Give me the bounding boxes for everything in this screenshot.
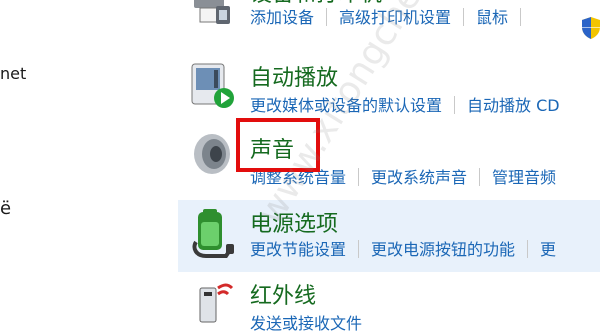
power-title[interactable]: 电源选项 [250, 206, 338, 238]
battery-icon[interactable] [186, 208, 238, 260]
shield-icon [582, 17, 600, 39]
sidebar-item-network[interactable]: net [0, 64, 26, 83]
separator [520, 8, 522, 26]
separator [326, 8, 328, 26]
link-power-more[interactable]: 更 [540, 240, 556, 259]
link-change-media-defaults[interactable]: 更改媒体或设备的默认设置 [250, 96, 442, 115]
link-change-power-buttons[interactable]: 更改电源按钮的功能 [371, 240, 515, 259]
infrared-links: 发送或接收文件 [250, 310, 362, 334]
separator [454, 96, 456, 114]
category-devices-printers: 设备和打印机 添加设备高级打印机设置鼠标 [178, 0, 600, 52]
link-send-receive-files[interactable]: 发送或接收文件 [250, 314, 362, 333]
speaker-icon[interactable] [186, 128, 238, 180]
link-add-device[interactable]: 添加设备 [250, 8, 314, 27]
separator [463, 8, 465, 26]
link-mouse[interactable]: 鼠标 [476, 8, 508, 27]
infrared-title[interactable]: 红外线 [250, 278, 316, 310]
link-autoplay-cd[interactable]: 自动播放 CD [467, 96, 560, 115]
separator [527, 240, 529, 258]
link-advanced-printer-settings[interactable]: 高级打印机设置 [339, 8, 451, 27]
autoplay-icon[interactable] [186, 58, 238, 110]
sidebar-item-partial[interactable]: ë [0, 198, 11, 219]
category-infrared: 红外线 发送或接收文件 [178, 274, 600, 334]
highlight-annotation-box [236, 118, 320, 172]
autoplay-title[interactable]: 自动播放 [250, 60, 338, 92]
infrared-icon[interactable] [186, 274, 238, 326]
power-links: 更改节能设置 更改电源按钮的功能 更 [250, 236, 556, 260]
printer-icon[interactable] [186, 0, 238, 30]
separator [358, 240, 360, 258]
link-change-power-saving[interactable]: 更改节能设置 [250, 240, 346, 259]
category-autoplay: 自动播放 更改媒体或设备的默认设置 自动播放 CD [178, 58, 600, 118]
autoplay-links: 更改媒体或设备的默认设置 自动播放 CD [250, 92, 560, 116]
category-power-options: 电源选项 更改节能设置 更改电源按钮的功能 更 [178, 200, 600, 272]
separator [358, 168, 360, 186]
devices-links: 添加设备 高级打印机设置 鼠标 [250, 4, 533, 28]
separator [479, 168, 481, 186]
link-change-system-sounds[interactable]: 更改系统声音 [371, 168, 467, 187]
link-manage-audio[interactable]: 管理音频 [492, 168, 556, 187]
